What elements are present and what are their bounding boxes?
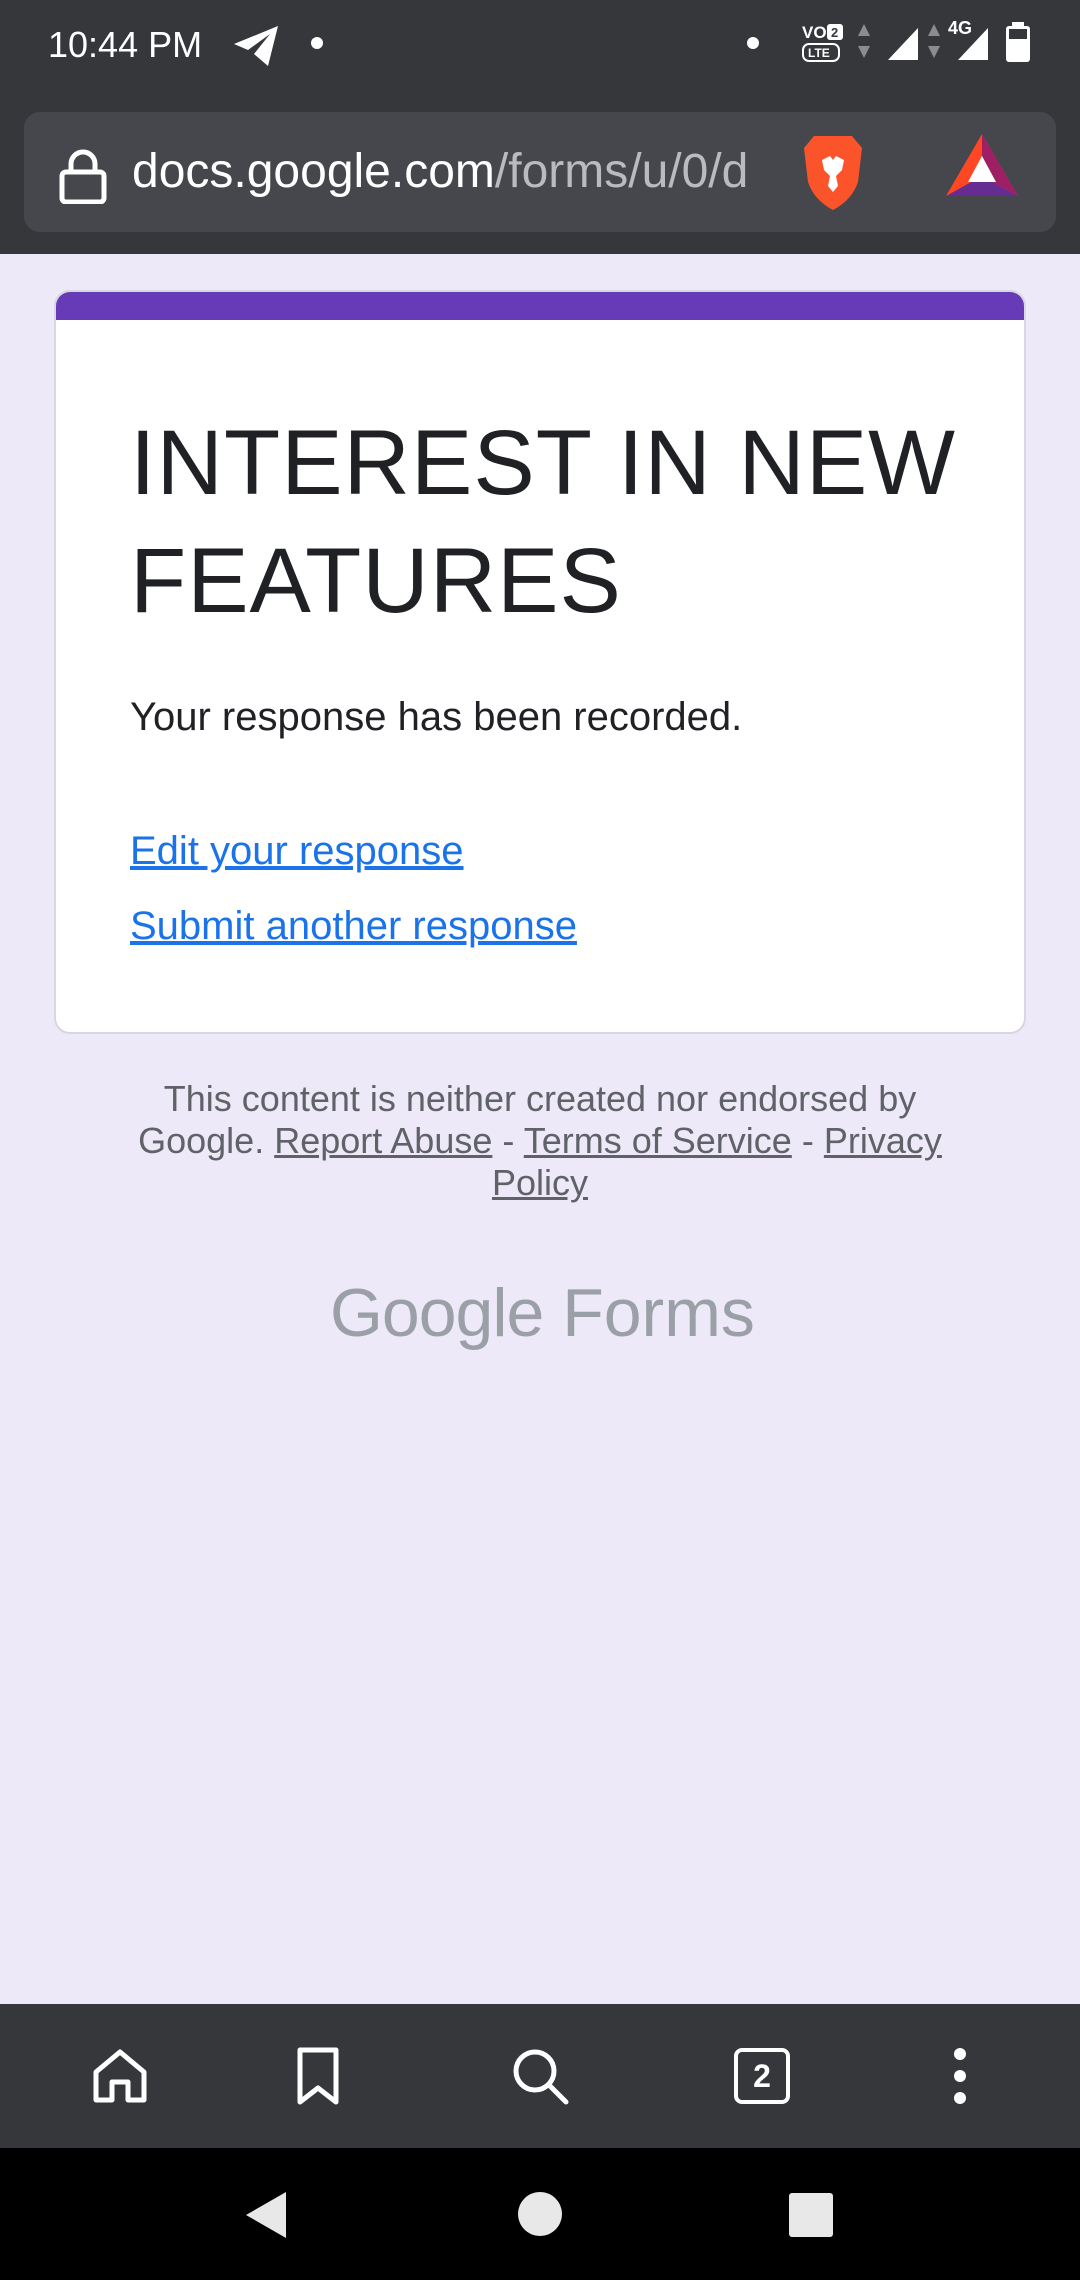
recents-square-icon: [789, 2193, 833, 2237]
url-text[interactable]: docs.google.com/forms/u/0/d: [132, 142, 792, 202]
back-triangle-icon: [246, 2192, 286, 2238]
bottom-toolbar: 2: [0, 2004, 1080, 2148]
signal-icon-sim2: [958, 28, 988, 60]
submit-another-response-link[interactable]: Submit another response: [130, 901, 577, 951]
notification-dot-icon-2: [747, 37, 759, 49]
google-wordmark: Google: [330, 1275, 544, 1351]
confirmation-message: Your response has been recorded.: [130, 695, 743, 739]
url-path: /forms/u/0/d: [494, 145, 749, 198]
forms-wordmark: Forms: [562, 1275, 755, 1351]
report-abuse-link[interactable]: Report Abuse: [274, 1120, 492, 1161]
lock-icon[interactable]: [58, 148, 108, 204]
system-navigation-bar: [0, 2148, 1080, 2280]
data-arrows-icon: [858, 24, 870, 58]
footer-separator-2: -: [801, 1120, 814, 1161]
terms-of-service-link[interactable]: Terms of Service: [524, 1120, 792, 1161]
address-bar[interactable]: docs.google.com/forms/u/0/d: [24, 112, 1056, 232]
home-icon: [93, 2049, 147, 2103]
status-time: 10:44 PM: [48, 24, 203, 65]
status-bar: 10:44 PM VO 2 LTE 4G: [0, 0, 1080, 90]
google-forms-logo[interactable]: Google Forms: [330, 1268, 755, 1358]
search-icon: [513, 2049, 569, 2105]
edit-response-link[interactable]: Edit your response: [130, 826, 464, 876]
data-arrows-icon-2: [928, 24, 940, 58]
recents-button[interactable]: [744, 2148, 876, 2280]
bookmark-icon: [297, 2047, 339, 2105]
home-button[interactable]: [48, 2004, 192, 2148]
form-title: INTEREST IN NEW FEATURES: [130, 412, 957, 632]
notification-dot-icon: [311, 37, 323, 49]
bookmarks-button[interactable]: [246, 2004, 390, 2148]
home-circle-icon: [518, 2192, 562, 2236]
browser-toolbar: docs.google.com/forms/u/0/d: [0, 90, 1080, 254]
brave-rewards-icon[interactable]: [944, 132, 1020, 202]
battery-icon: [1006, 22, 1030, 62]
url-domain: docs.google.com: [132, 145, 495, 198]
svg-text:LTE: LTE: [808, 46, 830, 60]
svg-text:VO: VO: [802, 23, 827, 42]
footer-separator: -: [502, 1120, 515, 1161]
form-theme-accent: [56, 292, 1024, 320]
footer-disclaimer: This content is neither created nor endo…: [120, 1078, 960, 1204]
telegram-icon: [234, 26, 278, 66]
back-button[interactable]: [200, 2148, 332, 2280]
svg-text:2: 2: [831, 25, 838, 40]
tab-switcher-button[interactable]: 2: [734, 2048, 790, 2104]
form-response-card: INTEREST IN NEW FEATURES Your response h…: [54, 290, 1026, 1034]
menu-button[interactable]: [888, 2004, 1032, 2148]
volte-icon: VO 2 LTE: [802, 23, 843, 62]
signal-icon-sim1: [888, 28, 918, 60]
more-vertical-icon: [954, 2048, 966, 2104]
search-button[interactable]: [468, 2004, 612, 2148]
brave-shields-icon[interactable]: [800, 130, 866, 214]
home-nav-button[interactable]: [474, 2148, 606, 2280]
